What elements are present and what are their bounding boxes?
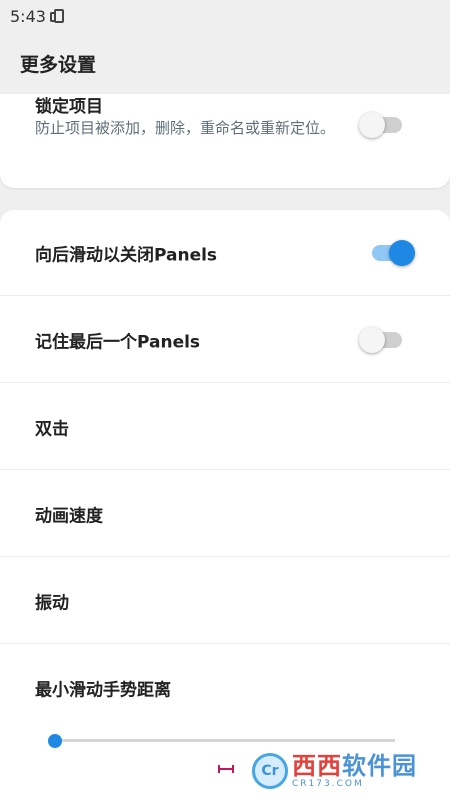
- page-title: 更多设置: [20, 53, 97, 76]
- switch-thumb: [359, 327, 385, 353]
- setting-label: 最小滑动手势距离: [35, 680, 171, 701]
- app-bar: 更多设置: [0, 32, 450, 94]
- setting-label: 振动: [35, 593, 69, 613]
- watermark: Cr 西西软件园 CR173.COM: [252, 750, 430, 792]
- range-icon: [218, 765, 234, 773]
- watermark-logo-icon: Cr: [252, 753, 288, 789]
- swipe-back-switch[interactable]: [372, 240, 415, 266]
- setting-row-remember-last[interactable]: 记住最后一个Panels: [0, 297, 450, 383]
- lock-items-title: 锁定项目: [35, 97, 103, 117]
- setting-row-vibration[interactable]: 振动: [0, 558, 450, 644]
- switch-thumb: [389, 240, 415, 266]
- setting-label: 动画速度: [35, 506, 103, 526]
- setting-row-min-swipe-distance: 最小滑动手势距离: [0, 645, 450, 731]
- status-time: 5:43: [10, 6, 46, 26]
- setting-label: 双击: [35, 419, 69, 439]
- watermark-brand-b: 软件园: [342, 751, 417, 780]
- lock-items-card: 锁定项目 防止项目被添加，删除，重命名或重新定位。: [0, 94, 450, 188]
- remember-last-switch[interactable]: [359, 327, 402, 353]
- watermark-url: CR173.COM: [292, 778, 364, 789]
- min-swipe-distance-slider-thumb[interactable]: [48, 734, 62, 748]
- lock-items-switch[interactable]: [359, 112, 402, 138]
- setting-row-double-tap[interactable]: 双击: [0, 384, 450, 470]
- phone-rotate-icon: [49, 9, 64, 23]
- watermark-brand-a: 西西: [292, 751, 342, 780]
- setting-label: 记住最后一个Panels: [35, 332, 201, 352]
- setting-row-animation-speed[interactable]: 动画速度: [0, 471, 450, 557]
- min-swipe-distance-slider-track[interactable]: [55, 739, 395, 742]
- lock-items-description: 防止项目被添加，删除，重命名或重新定位。: [35, 119, 336, 137]
- setting-label: 向后滑动以关闭Panels: [35, 245, 218, 265]
- switch-thumb: [359, 112, 385, 138]
- setting-row-swipe-back[interactable]: 向后滑动以关闭Panels: [0, 210, 450, 296]
- status-bar: 5:43: [0, 0, 450, 32]
- settings-card: 向后滑动以关闭Panels 记住最后一个Panels 双击 动画速度 振动 最小…: [0, 210, 450, 810]
